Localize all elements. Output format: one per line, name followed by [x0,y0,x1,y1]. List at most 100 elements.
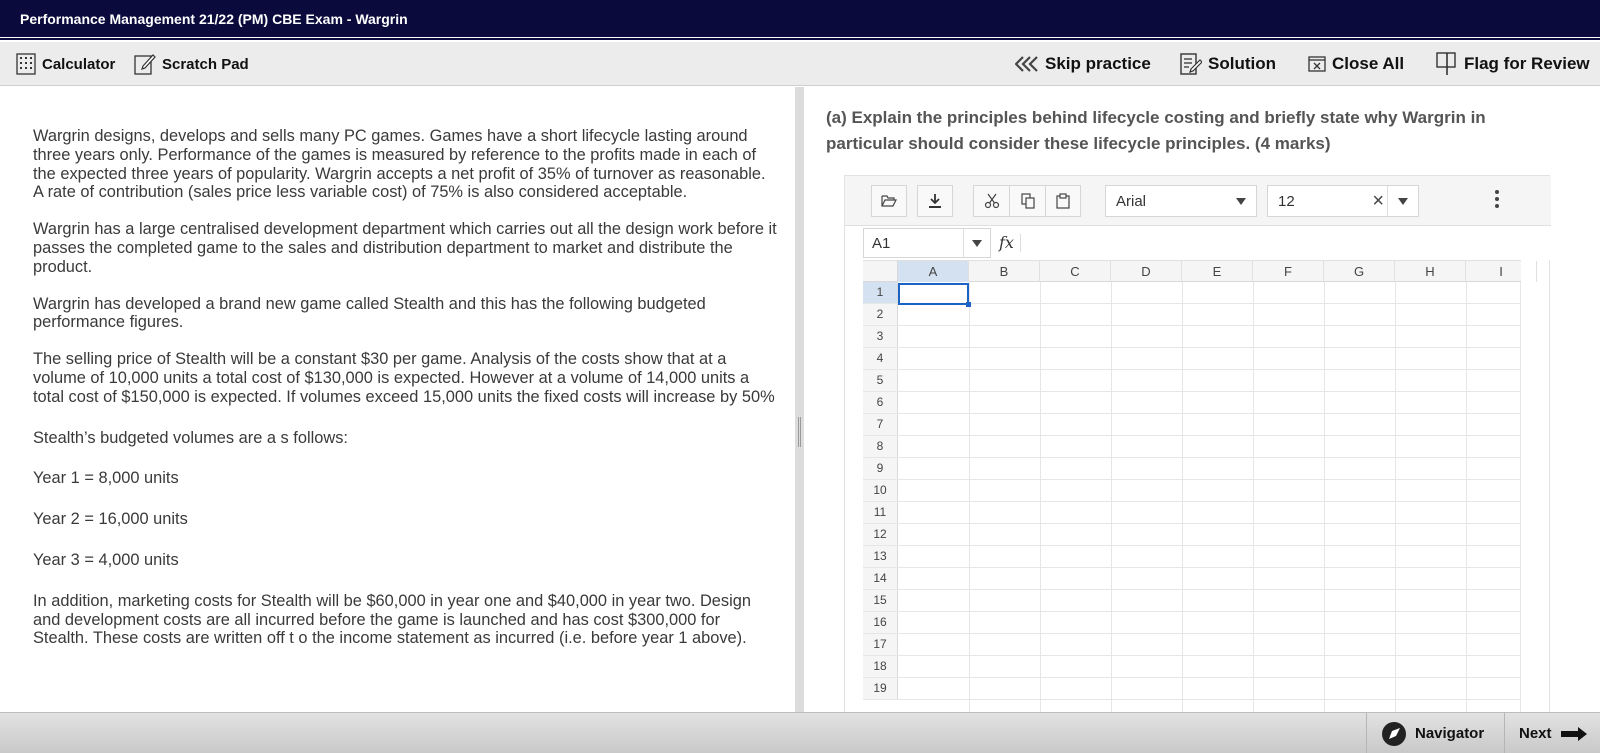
cell-ref-value: A1 [872,235,891,252]
chevron-down-icon[interactable] [972,240,982,247]
table-row[interactable]: 15 [863,590,1521,612]
chevron-down-icon [1236,198,1246,205]
close-window-icon [1308,56,1326,72]
table-row[interactable]: 11 [863,502,1521,524]
scenario-pane[interactable]: Wargrin designs, develops and sells many… [0,87,795,712]
table-row[interactable]: 4 [863,348,1521,370]
open-file-button[interactable] [871,185,907,217]
table-row[interactable]: 16 [863,612,1521,634]
table-row[interactable]: 2 [863,304,1521,326]
row-header[interactable]: 13 [863,546,898,567]
column-header[interactable]: G [1324,261,1395,282]
font-size-select[interactable]: 12 × [1267,185,1419,217]
table-row[interactable]: 6 [863,392,1521,414]
row-header[interactable]: 7 [863,414,898,435]
arrow-right-icon [1560,726,1587,741]
folder-open-icon [881,195,897,207]
formula-bar: A1 fx [845,226,1551,260]
column-header[interactable]: I [1466,261,1537,282]
active-cell[interactable] [898,283,971,307]
skip-practice-button[interactable]: Skip practice [1015,42,1151,86]
row-header[interactable]: 8 [863,436,898,457]
scenario-paragraph: Year 3 = 4,000 units [33,550,179,569]
row-header[interactable]: 4 [863,348,898,369]
calculator-button[interactable]: Calculator [16,42,115,86]
row-header[interactable]: 11 [863,502,898,523]
window-title-bar: Performance Management 21/22 (PM) CBE Ex… [0,0,1600,37]
grid-line [1466,282,1467,712]
table-row[interactable]: 18 [863,656,1521,678]
cut-button[interactable] [973,185,1009,217]
scratch-pad-button[interactable]: Scratch Pad [134,42,249,86]
pane-splitter[interactable] [795,87,804,712]
table-row[interactable]: 9 [863,458,1521,480]
navigator-label: Navigator [1415,725,1485,742]
row-header[interactable]: 16 [863,612,898,633]
row-header[interactable]: 9 [863,458,898,479]
select-all-corner[interactable] [863,261,898,282]
close-all-label: Close All [1332,54,1405,73]
calculator-icon [16,53,36,75]
column-header[interactable]: E [1182,261,1253,282]
column-header[interactable]: B [969,261,1040,282]
scenario-text: Wargrin designs, develops and sells many… [33,127,778,666]
exam-toolbar: Calculator Scratch Pad Skip practice Sol… [0,42,1600,86]
row-header[interactable]: 6 [863,392,898,413]
solution-button[interactable]: Solution [1180,42,1276,86]
copy-icon [1020,193,1035,209]
row-header[interactable]: 19 [863,678,898,699]
clear-icon[interactable]: × [1372,190,1384,213]
column-header[interactable]: F [1253,261,1324,282]
fill-handle[interactable] [966,302,971,307]
copy-button[interactable] [1009,185,1045,217]
row-header[interactable]: 14 [863,568,898,589]
next-button[interactable]: Next [1504,713,1600,753]
grid-line [1111,282,1112,712]
next-label: Next [1519,725,1552,742]
font-family-select[interactable]: Arial [1105,185,1257,217]
table-row[interactable]: 3 [863,326,1521,348]
chevron-down-icon[interactable] [1398,198,1408,205]
row-header[interactable]: 10 [863,480,898,501]
row-header[interactable]: 17 [863,634,898,655]
scenario-paragraph: Year 2 = 16,000 units [33,510,188,529]
more-options-icon[interactable] [1495,190,1501,212]
row-header[interactable]: 3 [863,326,898,347]
grid-line [1324,282,1325,712]
row-header[interactable]: 5 [863,370,898,391]
function-icon: fx [999,233,1014,252]
splitter-grip-icon[interactable] [798,417,801,447]
row-header[interactable]: 18 [863,656,898,677]
navigator-button[interactable]: Navigator [1366,713,1498,753]
table-row[interactable]: 7 [863,414,1521,436]
row-header[interactable]: 2 [863,304,898,325]
table-row[interactable]: 5 [863,370,1521,392]
paste-button[interactable] [1045,185,1081,217]
scenario-paragraph: Stealth’s budgeted volumes are a s follo… [33,428,348,447]
grid-line [1182,282,1183,712]
scratch-pad-icon [134,54,156,75]
paste-icon [1056,193,1070,209]
window-title: Performance Management 21/22 (PM) CBE Ex… [20,11,408,27]
column-header[interactable]: D [1111,261,1182,282]
flag-for-review-button[interactable]: Flag for Review [1436,42,1590,86]
spreadsheet-toolbar: Arial 12 × [845,176,1551,226]
download-button[interactable] [917,185,953,217]
table-row[interactable]: 17 [863,634,1521,656]
table-row[interactable]: 10 [863,480,1521,502]
download-icon [929,194,941,208]
table-row[interactable]: 8 [863,436,1521,458]
column-header[interactable]: A [898,261,969,282]
column-header[interactable]: H [1395,261,1466,282]
table-row[interactable]: 12 [863,524,1521,546]
table-row[interactable]: 13 [863,546,1521,568]
row-header[interactable]: 12 [863,524,898,545]
table-row[interactable]: 19 [863,678,1521,700]
row-header[interactable]: 15 [863,590,898,611]
cell-name-box[interactable]: A1 [863,228,991,258]
namebox-separator [963,229,964,257]
row-header[interactable]: 1 [863,282,898,303]
column-header[interactable]: C [1040,261,1111,282]
table-row[interactable]: 14 [863,568,1521,590]
close-all-button[interactable]: Close All [1308,42,1404,86]
